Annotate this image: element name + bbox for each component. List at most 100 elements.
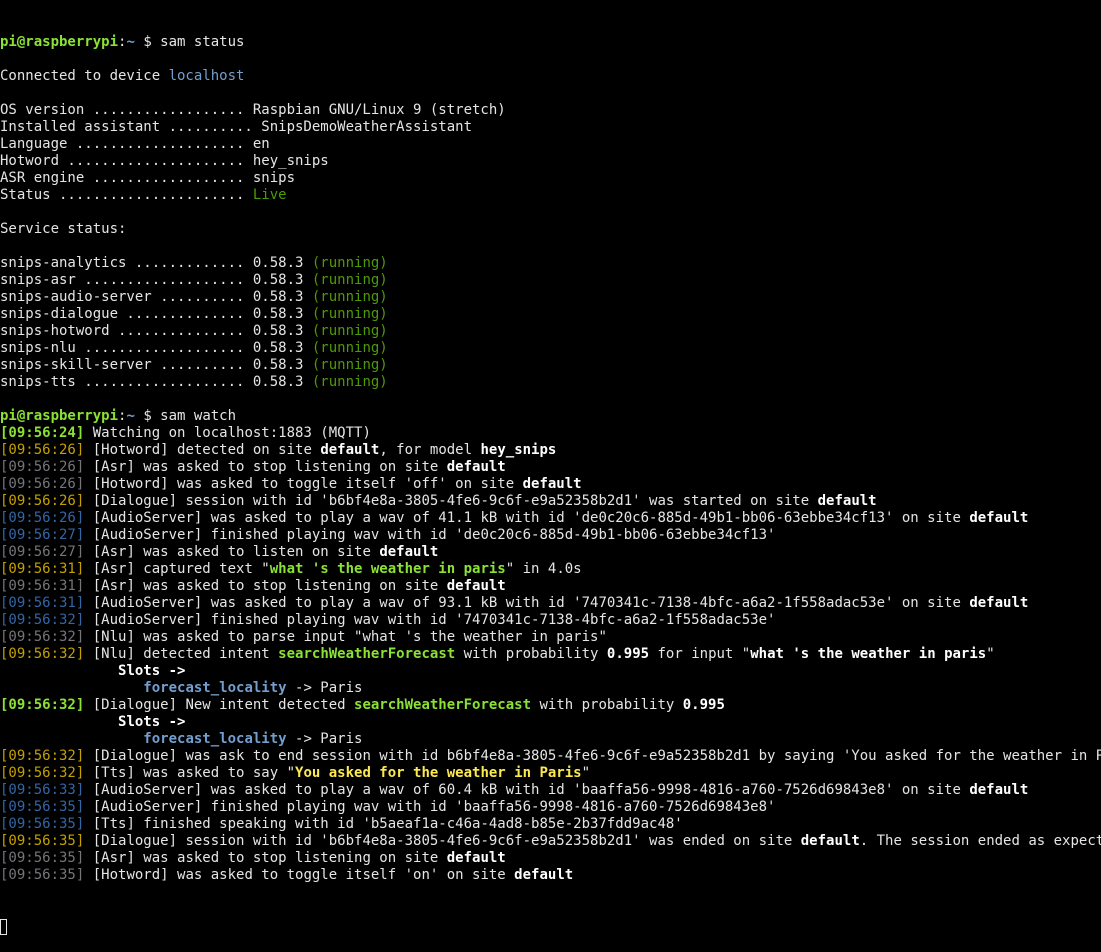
terminal-line: [09:56:32] [Dialogue] was ask to end ses… — [0, 748, 1101, 765]
terminal-text-segment: [09:56:26] — [0, 442, 85, 458]
terminal-line: pi@raspberrypi:~ $ sam status — [0, 34, 1101, 51]
terminal-text-segment: " — [581, 765, 591, 781]
terminal-text-segment: You asked for the weather in Paris — [295, 765, 582, 781]
terminal-line: snips-skill-server .......... 0.58.3 (ru… — [0, 357, 1101, 374]
terminal-text-segment: OS version .................. Raspbian G… — [0, 102, 506, 118]
terminal-text-segment: " in 4.0s — [505, 561, 582, 577]
terminal-line: snips-nlu ................... 0.58.3 (ru… — [0, 340, 1101, 357]
terminal-text-segment: [09:56:32] — [0, 765, 85, 781]
terminal-line: [09:56:24] Watching on localhost:1883 (M… — [0, 425, 1101, 442]
terminal-output: pi@raspberrypi:~ $ sam status Connected t… — [0, 34, 1101, 884]
terminal-line: Service status: — [0, 221, 1101, 238]
terminal-text-segment: localhost — [168, 68, 245, 84]
terminal-text-segment: " — [986, 646, 995, 662]
terminal-text-segment: default — [969, 510, 1029, 526]
terminal-text-segment: [09:56:32] — [0, 697, 85, 713]
terminal-text-segment: Service status: — [0, 221, 127, 237]
terminal-text-segment: [Tts] finished speaking with id 'b5aeaf1… — [84, 816, 683, 832]
terminal-text-segment: [09:56:26] — [0, 510, 85, 526]
terminal-text-segment: snips-nlu ................... 0.58.3 — [0, 340, 312, 356]
terminal-line: Slots -> — [0, 714, 1101, 731]
terminal-text-segment: (running) — [311, 374, 388, 390]
terminal-window[interactable]: pi@raspberrypi:~ $ sam status Connected t… — [0, 0, 1101, 935]
terminal-text-segment: default — [446, 850, 506, 866]
terminal-text-segment: -> Paris — [286, 680, 363, 696]
terminal-text-segment: default — [817, 493, 877, 509]
terminal-text-segment: (running) — [311, 340, 388, 356]
terminal-text-segment: default — [514, 867, 574, 883]
terminal-text-segment: $ sam status — [134, 34, 245, 50]
terminal-line: [09:56:26] [Asr] was asked to stop liste… — [0, 459, 1101, 476]
terminal-text-segment: $ sam watch — [134, 408, 237, 424]
terminal-text-segment: snips-tts ................... 0.58.3 — [0, 374, 312, 390]
terminal-text-segment: -> Paris — [286, 731, 363, 747]
terminal-input-line[interactable] — [0, 918, 1101, 935]
terminal-text-segment: pi@raspberrypi — [0, 408, 119, 424]
terminal-text-segment: [Nlu] was asked to parse input "what 's … — [84, 629, 607, 645]
terminal-line: [09:56:32] [AudioServer] finished playin… — [0, 612, 1101, 629]
terminal-text-segment: default — [969, 782, 1029, 798]
terminal-text-segment: Watching on localhost:1883 (MQTT) — [84, 425, 371, 441]
terminal-text-segment: [AudioServer] finished playing wav with … — [84, 612, 776, 628]
terminal-text-segment: [Dialogue] session with id 'b6bf4e8a-380… — [84, 493, 818, 509]
terminal-text-segment: (running) — [311, 272, 388, 288]
terminal-text-segment: snips-hotword ............... 0.58.3 — [0, 323, 312, 339]
terminal-text-segment: [09:56:32] — [0, 612, 85, 628]
terminal-text-segment: [Tts] was asked to say " — [84, 765, 296, 781]
terminal-text-segment: [09:56:24] — [0, 425, 85, 441]
terminal-line: [09:56:33] [AudioServer] was asked to pl… — [0, 782, 1101, 799]
terminal-text-segment: pi@raspberrypi — [0, 34, 119, 50]
terminal-line: [09:56:26] [Dialogue] session with id 'b… — [0, 493, 1101, 510]
terminal-text-segment: (running) — [311, 357, 388, 373]
terminal-line: Connected to device localhost — [0, 68, 1101, 85]
terminal-line: OS version .................. Raspbian G… — [0, 102, 1101, 119]
terminal-text-segment: default — [800, 833, 860, 849]
terminal-text-segment: snips-audio-server .......... 0.58.3 — [0, 289, 312, 305]
terminal-line: pi@raspberrypi:~ $ sam watch — [0, 408, 1101, 425]
terminal-line: forecast_locality -> Paris — [0, 680, 1101, 697]
terminal-text-segment: snips-analytics ............. 0.58.3 — [0, 255, 312, 271]
terminal-text-segment: [Hotword] was asked to toggle itself 'of… — [84, 476, 523, 492]
terminal-line: [09:56:32] [Nlu] was asked to parse inpu… — [0, 629, 1101, 646]
terminal-text-segment: Slots -> — [118, 663, 186, 679]
terminal-text-segment: 0.995 — [682, 697, 725, 713]
terminal-text-segment: hey_snips — [480, 442, 557, 458]
terminal-text-segment: [09:56:31] — [0, 595, 85, 611]
terminal-text-segment: [09:56:35] — [0, 799, 85, 815]
terminal-text-segment: [Asr] was asked to stop listening on sit… — [84, 459, 447, 475]
terminal-line: ASR engine .................. snips — [0, 170, 1101, 187]
terminal-text-segment: (running) — [311, 323, 388, 339]
terminal-line: [09:56:32] [Nlu] detected intent searchW… — [0, 646, 1101, 663]
terminal-text-segment: [09:56:35] — [0, 816, 85, 832]
terminal-line: [09:56:35] [Tts] finished speaking with … — [0, 816, 1101, 833]
terminal-text-segment: (running) — [311, 289, 388, 305]
terminal-line: snips-tts ................... 0.58.3 (ru… — [0, 374, 1101, 391]
terminal-line: Slots -> — [0, 663, 1101, 680]
terminal-text-segment: default — [320, 442, 380, 458]
terminal-text-segment: Status ...................... — [0, 187, 253, 203]
terminal-text-segment: [09:56:32] — [0, 629, 85, 645]
terminal-line: snips-hotword ............... 0.58.3 (ru… — [0, 323, 1101, 340]
terminal-text-segment: [09:56:35] — [0, 850, 85, 866]
terminal-text-segment: with probability — [531, 697, 683, 713]
terminal-line: Hotword ..................... hey_snips — [0, 153, 1101, 170]
terminal-text-segment: [09:56:31] — [0, 561, 85, 577]
terminal-text-segment: [09:56:26] — [0, 493, 85, 509]
terminal-line: [09:56:27] [Asr] was asked to listen on … — [0, 544, 1101, 561]
terminal-text-segment: Hotword ..................... hey_snips — [0, 153, 329, 169]
terminal-text-segment: searchWeatherForecast — [354, 697, 532, 713]
terminal-text-segment: [09:56:35] — [0, 833, 85, 849]
terminal-text-segment: forecast_locality — [143, 680, 287, 696]
terminal-line: [09:56:35] [AudioServer] finished playin… — [0, 799, 1101, 816]
terminal-line: Installed assistant .......... SnipsDemo… — [0, 119, 1101, 136]
terminal-text-segment: [Dialogue] New intent detected — [84, 697, 355, 713]
terminal-text-segment: with probability — [455, 646, 607, 662]
terminal-line: [09:56:26] [AudioServer] was asked to pl… — [0, 510, 1101, 527]
terminal-text-segment: snips-skill-server .......... 0.58.3 — [0, 357, 312, 373]
terminal-text-segment: what 's the weather in paris — [750, 646, 987, 662]
terminal-text-segment: Connected to device — [0, 68, 169, 84]
